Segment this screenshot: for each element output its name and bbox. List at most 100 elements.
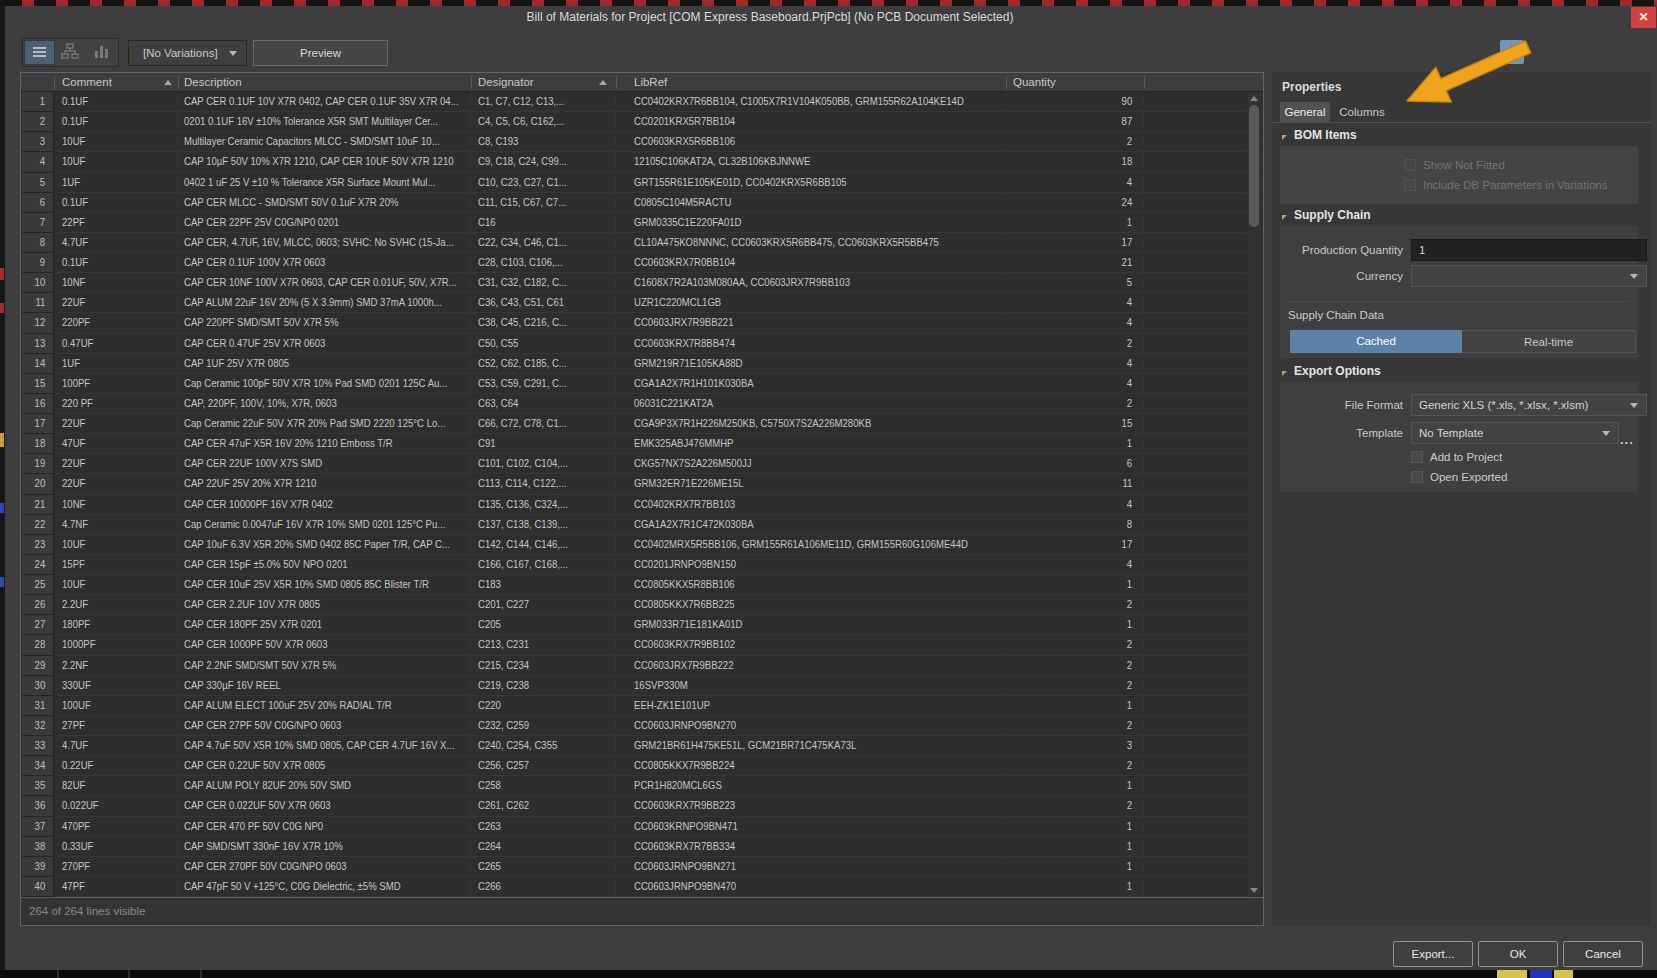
cell-row-number[interactable]: 40 xyxy=(22,877,54,897)
cell-comment[interactable]: 4.7UF xyxy=(54,736,178,756)
tab-columns[interactable]: Columns xyxy=(1333,102,1391,123)
cell-description[interactable]: CAP 2.2NF SMD/SMT 50V X7R 5% xyxy=(178,656,471,676)
cell-libref[interactable]: EMK325ABJ476MMHP xyxy=(616,434,1006,454)
cell-comment[interactable]: 10UF xyxy=(54,535,178,555)
cell-designator[interactable]: C220 xyxy=(471,696,616,716)
checkbox-icon[interactable] xyxy=(1411,451,1423,463)
cell-row-number[interactable]: 8 xyxy=(22,233,54,253)
column-divider[interactable] xyxy=(471,76,472,89)
cell-row-number[interactable]: 6 xyxy=(22,193,54,213)
cell-description[interactable]: CAP CER, 4.7UF, 16V, MLCC, 0603; SVHC: N… xyxy=(178,233,471,253)
cell-quantity[interactable]: 2 xyxy=(1006,334,1144,354)
cell-description[interactable]: CAP CER 15pF ±5.0% 50V NPO 0201 xyxy=(178,555,471,575)
cell-row-number[interactable]: 16 xyxy=(22,394,54,414)
cell-designator[interactable]: C52, C62, C185, C... xyxy=(471,354,616,374)
cell-description[interactable]: CAP CER 270PF 50V C0G/NPO 0603 xyxy=(178,857,471,877)
cell-libref[interactable]: C1608X7R2A103M080AA, CC0603JRX7R9BB103 xyxy=(616,273,1006,293)
cell-row-number[interactable]: 18 xyxy=(22,434,54,454)
cell-row-number[interactable]: 17 xyxy=(22,414,54,434)
cell-quantity[interactable]: 4 xyxy=(1006,313,1144,333)
cell-quantity[interactable]: 2 xyxy=(1006,132,1144,152)
cell-row-number[interactable]: 25 xyxy=(22,575,54,595)
cell-quantity[interactable]: 2 xyxy=(1006,756,1144,776)
cell-description[interactable]: CAP 330µF 16V REEL xyxy=(178,676,471,696)
add-to-project-option[interactable]: Add to Project xyxy=(1411,450,1502,464)
column-divider[interactable] xyxy=(178,76,179,89)
cell-description[interactable]: CAP CER 0.22UF 50V X7R 0805 xyxy=(178,756,471,776)
cell-description[interactable]: CAP CER 22PF 25V C0G/NP0 0201 xyxy=(178,213,471,233)
cell-description[interactable]: CAP ALUM POLY 82UF 20% 50V SMD xyxy=(178,776,471,796)
cell-quantity[interactable]: 2 xyxy=(1006,676,1144,696)
table-row[interactable]: 4047PFCAP 47pF 50 V +125°C, C0G Dielectr… xyxy=(21,877,1263,897)
cell-comment[interactable]: 10UF xyxy=(54,575,178,595)
close-button[interactable]: ✕ xyxy=(1631,7,1656,28)
cell-libref[interactable]: CKG57NX7S2A226M500JJ xyxy=(616,454,1006,474)
cell-comment[interactable]: 0.1UF xyxy=(54,92,178,112)
cell-designator[interactable]: C101, C102, C104,... xyxy=(471,454,616,474)
cell-libref[interactable]: UZR1C220MCL1GB xyxy=(616,293,1006,313)
cell-quantity[interactable]: 2 xyxy=(1006,796,1144,816)
cell-quantity[interactable]: 87 xyxy=(1006,112,1144,132)
cell-libref[interactable]: CC0603KRNPO9BN471 xyxy=(616,817,1006,837)
cell-libref[interactable]: CC0603KRX7R9BB102 xyxy=(616,635,1006,655)
cell-libref[interactable]: CC0603KRX7R7BB334 xyxy=(616,837,1006,857)
cell-description[interactable]: CAP CER 470 PF 50V C0G NP0 xyxy=(178,817,471,837)
cell-description[interactable]: CAP ALUM 22uF 16V 20% (5 X 3.9mm) SMD 37… xyxy=(178,293,471,313)
cell-quantity[interactable]: 17 xyxy=(1006,535,1144,555)
cell-quantity[interactable]: 1 xyxy=(1006,817,1144,837)
cell-designator[interactable]: C183 xyxy=(471,575,616,595)
cell-quantity[interactable]: 4 xyxy=(1006,293,1144,313)
table-row[interactable]: 2310UFCAP 10uF 6.3V X5R 20% SMD 0402 85C… xyxy=(21,535,1263,555)
table-row[interactable]: 37470PFCAP CER 470 PF 50V C0G NP0C263CC0… xyxy=(21,817,1263,837)
cell-description[interactable]: CAP CER 10000PF 16V X7R 0402 xyxy=(178,495,471,515)
cell-libref[interactable]: CC0603KRX7R8BB474 xyxy=(616,334,1006,354)
cell-description[interactable]: 0402 1 uF 25 V ±10 % Tolerance X5R Surfa… xyxy=(178,173,471,193)
cell-description[interactable]: CAP CER 0.022UF 50V X7R 0603 xyxy=(178,796,471,816)
cell-designator[interactable]: C201, C227 xyxy=(471,595,616,615)
cell-comment[interactable]: 15PF xyxy=(54,555,178,575)
cell-libref[interactable]: CC0805KKX7R9BB224 xyxy=(616,756,1006,776)
table-row[interactable]: 1122UFCAP ALUM 22uF 16V 20% (5 X 3.9mm) … xyxy=(21,293,1263,313)
cell-designator[interactable]: C38, C45, C216, C... xyxy=(471,313,616,333)
cell-comment[interactable]: 100UF xyxy=(54,696,178,716)
cell-description[interactable]: CAP CER 10NF 100V X7R 0603, CAP CER 0.01… xyxy=(178,273,471,293)
cell-quantity[interactable]: 1 xyxy=(1006,696,1144,716)
cell-designator[interactable]: C256, C257 xyxy=(471,756,616,776)
cell-row-number[interactable]: 21 xyxy=(22,495,54,515)
cell-quantity[interactable]: 5 xyxy=(1006,273,1144,293)
table-row[interactable]: 39270PFCAP CER 270PF 50V C0G/NPO 0603C26… xyxy=(21,857,1263,877)
column-divider[interactable] xyxy=(1144,76,1145,89)
cell-libref[interactable]: CC0402KRX7R6BB104, C1005X7R1V104K050BB, … xyxy=(616,92,1006,112)
table-row[interactable]: 30330UFCAP 330µF 16V REELC219, C23816SVP… xyxy=(21,676,1263,696)
table-row[interactable]: 84.7UFCAP CER, 4.7UF, 16V, MLCC, 0603; S… xyxy=(21,233,1263,253)
cell-quantity[interactable]: 6 xyxy=(1006,454,1144,474)
cell-comment[interactable]: 47PF xyxy=(54,877,178,897)
cell-comment[interactable]: 22PF xyxy=(54,213,178,233)
cell-row-number[interactable]: 33 xyxy=(22,736,54,756)
cell-description[interactable]: CAP CER 180PF 25V X7R 0201 xyxy=(178,615,471,635)
cell-quantity[interactable]: 21 xyxy=(1006,253,1144,273)
cell-description[interactable]: CAP 22UF 25V 20% X7R 1210 xyxy=(178,474,471,494)
cell-row-number[interactable]: 38 xyxy=(22,837,54,857)
cell-quantity[interactable]: 1 xyxy=(1006,615,1144,635)
cell-quantity[interactable]: 24 xyxy=(1006,193,1144,213)
cell-libref[interactable]: GRM219R71E105KA88D xyxy=(616,354,1006,374)
cell-comment[interactable]: 470PF xyxy=(54,817,178,837)
column-divider[interactable] xyxy=(1006,76,1007,89)
table-row[interactable]: 12220PFCAP 220PF SMD/SMT 50V X7R 5%C38, … xyxy=(21,313,1263,333)
cell-comment[interactable]: 10UF xyxy=(54,152,178,172)
cell-row-number[interactable]: 24 xyxy=(22,555,54,575)
cell-quantity[interactable]: 8 xyxy=(1006,515,1144,535)
cell-row-number[interactable]: 23 xyxy=(22,535,54,555)
cell-quantity[interactable]: 18 xyxy=(1006,152,1144,172)
cell-designator[interactable]: C1, C7, C12, C13,... xyxy=(471,92,616,112)
scroll-up-icon[interactable] xyxy=(1250,96,1258,101)
cell-comment[interactable]: 0.1UF xyxy=(54,193,178,213)
template-browse-button[interactable]: ... xyxy=(1620,432,1640,447)
cell-libref[interactable]: CC0805KKX5R8BB106 xyxy=(616,575,1006,595)
cell-libref[interactable]: GRM21BR61H475KE51L, GCM21BR71C475KA73L xyxy=(616,736,1006,756)
cell-comment[interactable]: 10NF xyxy=(54,273,178,293)
table-row[interactable]: 60.1UFCAP CER MLCC - SMD/SMT 50V 0.1uF X… xyxy=(21,193,1263,213)
cell-quantity[interactable]: 4 xyxy=(1006,173,1144,193)
table-row[interactable]: 31100UFCAP ALUM ELECT 100uF 25V 20% RADI… xyxy=(21,696,1263,716)
